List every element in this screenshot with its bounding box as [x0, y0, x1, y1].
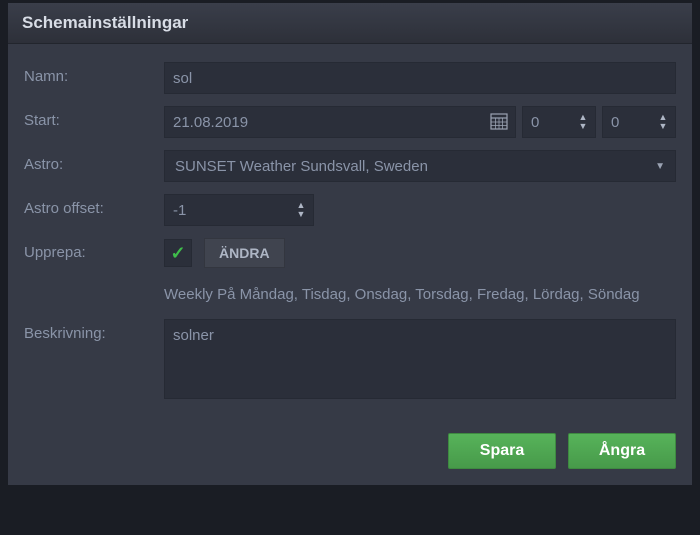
label-start: Start:	[24, 106, 164, 129]
astro-offset-value: -1	[173, 202, 289, 219]
start-minute-stepper[interactable]: 0 ▲ ▼	[602, 106, 676, 138]
repeat-summary: Weekly På Måndag, Tisdag, Onsdag, Torsda…	[164, 284, 676, 307]
save-button[interactable]: Spara	[448, 433, 556, 469]
astro-offset-stepper[interactable]: -1 ▲ ▼	[164, 194, 314, 226]
start-date-input[interactable]	[164, 106, 516, 138]
chevron-down-icon[interactable]: ▼	[573, 122, 593, 131]
label-description: Beskrivning:	[24, 319, 164, 342]
change-repeat-button[interactable]: ÄNDRA	[204, 238, 285, 268]
dialog-footer: Spara Ångra	[8, 423, 692, 485]
chevron-down-icon: ▼	[655, 161, 665, 172]
chevron-down-icon[interactable]: ▼	[291, 210, 311, 219]
dialog-title: Schemainställningar	[22, 13, 678, 33]
row-name: Namn:	[24, 62, 676, 94]
start-minute-value: 0	[611, 114, 651, 131]
astro-select[interactable]: SUNSET Weather Sundsvall, Sweden ▼	[164, 150, 676, 182]
minute-spin-arrows[interactable]: ▲ ▼	[653, 109, 673, 135]
undo-button[interactable]: Ångra	[568, 433, 676, 469]
dialog-body: Namn: Start:	[8, 44, 692, 423]
label-astro: Astro:	[24, 150, 164, 173]
name-input[interactable]	[164, 62, 676, 94]
hour-spin-arrows[interactable]: ▲ ▼	[573, 109, 593, 135]
start-hour-value: 0	[531, 114, 571, 131]
label-astro-offset: Astro offset:	[24, 194, 164, 217]
row-astro: Astro: SUNSET Weather Sundsvall, Sweden …	[24, 150, 676, 182]
astro-select-value: SUNSET Weather Sundsvall, Sweden	[175, 158, 428, 175]
label-repeat: Upprepa:	[24, 238, 164, 261]
row-repeat: Upprepa: ✓ ÄNDRA Weekly På Måndag, Tisda…	[24, 238, 676, 307]
start-hour-stepper[interactable]: 0 ▲ ▼	[522, 106, 596, 138]
description-textarea[interactable]	[164, 319, 676, 399]
label-name: Namn:	[24, 62, 164, 85]
row-description: Beskrivning:	[24, 319, 676, 399]
chevron-down-icon[interactable]: ▼	[653, 122, 673, 131]
calendar-icon[interactable]	[488, 110, 510, 132]
row-start: Start:	[24, 106, 676, 138]
schedule-settings-dialog: Schemainställningar Namn: Start:	[7, 2, 693, 486]
dialog-titlebar: Schemainställningar	[8, 3, 692, 44]
offset-spin-arrows[interactable]: ▲ ▼	[291, 197, 311, 223]
repeat-checkbox[interactable]: ✓	[164, 239, 192, 267]
row-astro-offset: Astro offset: -1 ▲ ▼	[24, 194, 676, 226]
check-icon: ✓	[170, 243, 185, 264]
